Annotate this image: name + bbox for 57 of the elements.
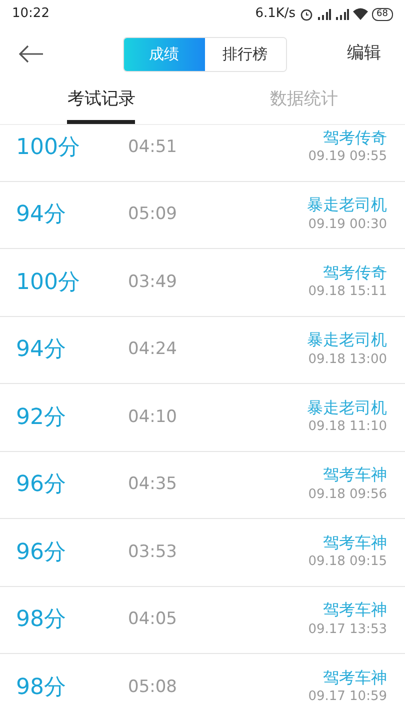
- duration-text: 03:53: [128, 540, 177, 564]
- rank-title: 驾考车神: [323, 600, 387, 620]
- tab[interactable]: 数据统计: [270, 80, 338, 124]
- duration-text: 05:09: [128, 203, 177, 226]
- rank-title: 驾考车神: [323, 465, 387, 485]
- record-row[interactable]: 96分 04:35 驾考车神 09.18 09:56: [0, 452, 405, 519]
- record-row[interactable]: 96分 03:53 驾考车神 09.18 09:15: [0, 519, 405, 586]
- alarm-icon: [300, 8, 313, 20]
- signal-icon: [334, 8, 349, 20]
- duration-text: 03:49: [128, 270, 177, 294]
- duration-text: 04:35: [128, 473, 177, 496]
- date-time: 09.18 11:10: [308, 418, 387, 436]
- network-speed: 6.1K/s: [255, 5, 296, 24]
- rank-title: 暴走老司机: [307, 398, 387, 418]
- record-row[interactable]: 100分 03:49 驾考传奇 09.18 15:11: [0, 249, 405, 316]
- battery-level: 68: [372, 8, 393, 20]
- rank-title: 驾考车神: [323, 668, 387, 688]
- score-text: 96分: [16, 538, 67, 567]
- record-row[interactable]: 92分 04:10 暴走老司机 09.18 11:10: [0, 384, 405, 452]
- record-row[interactable]: 98分 05:08 驾考车神 09.17 10:59: [0, 654, 405, 720]
- wifi-icon: [352, 8, 368, 20]
- rank-title: 驾考传奇: [323, 128, 387, 148]
- duration-text: 04:24: [128, 338, 177, 361]
- rank-title: 暴走老司机: [307, 195, 387, 215]
- score-text: 92分: [16, 404, 67, 432]
- tab[interactable]: 考试记录: [67, 80, 136, 124]
- score-text: 98分: [16, 674, 67, 702]
- duration-text: 05:08: [128, 676, 177, 698]
- record-row[interactable]: 94分 05:09 暴走老司机 09.19 00:30: [0, 182, 405, 249]
- duration-text: 04:51: [128, 136, 177, 158]
- rank-title: 驾考车神: [323, 532, 387, 552]
- score-text: 94分: [16, 201, 67, 230]
- rank-title: 驾考传奇: [323, 262, 387, 282]
- back-icon[interactable]: [18, 45, 44, 63]
- score-text: 100分: [16, 134, 81, 162]
- date-time: 09.17 13:53: [308, 620, 387, 639]
- rank-title: 暴走老司机: [307, 330, 387, 350]
- duration-text: 04:10: [128, 406, 177, 428]
- score-text: 94分: [16, 336, 67, 364]
- score-text: 100分: [16, 268, 81, 297]
- date-time: 09.18 15:11: [308, 283, 387, 302]
- date-time: 09.17 10:59: [308, 688, 387, 706]
- date-time: 09.19 09:55: [308, 148, 387, 166]
- segment-tab[interactable]: 成绩: [124, 38, 204, 70]
- score-text: 96分: [16, 471, 67, 500]
- status-time: 10:22: [12, 5, 50, 24]
- record-row[interactable]: 94分 04:24 暴走老司机 09.18 13:00: [0, 316, 405, 384]
- score-text: 98分: [16, 606, 67, 634]
- duration-text: 04:05: [128, 608, 177, 631]
- date-time: 09.18 09:56: [308, 486, 387, 504]
- edit-button[interactable]: 编辑: [341, 40, 387, 68]
- signal-icon: [316, 8, 331, 20]
- date-time: 09.18 13:00: [308, 350, 387, 369]
- date-time: 09.19 00:30: [308, 216, 387, 234]
- date-time: 09.18 09:15: [308, 553, 387, 572]
- record-row[interactable]: 98分 04:05 驾考车神 09.17 13:53: [0, 586, 405, 654]
- record-row[interactable]: 100分 04:51 驾考传奇 09.19 09:55: [0, 125, 405, 182]
